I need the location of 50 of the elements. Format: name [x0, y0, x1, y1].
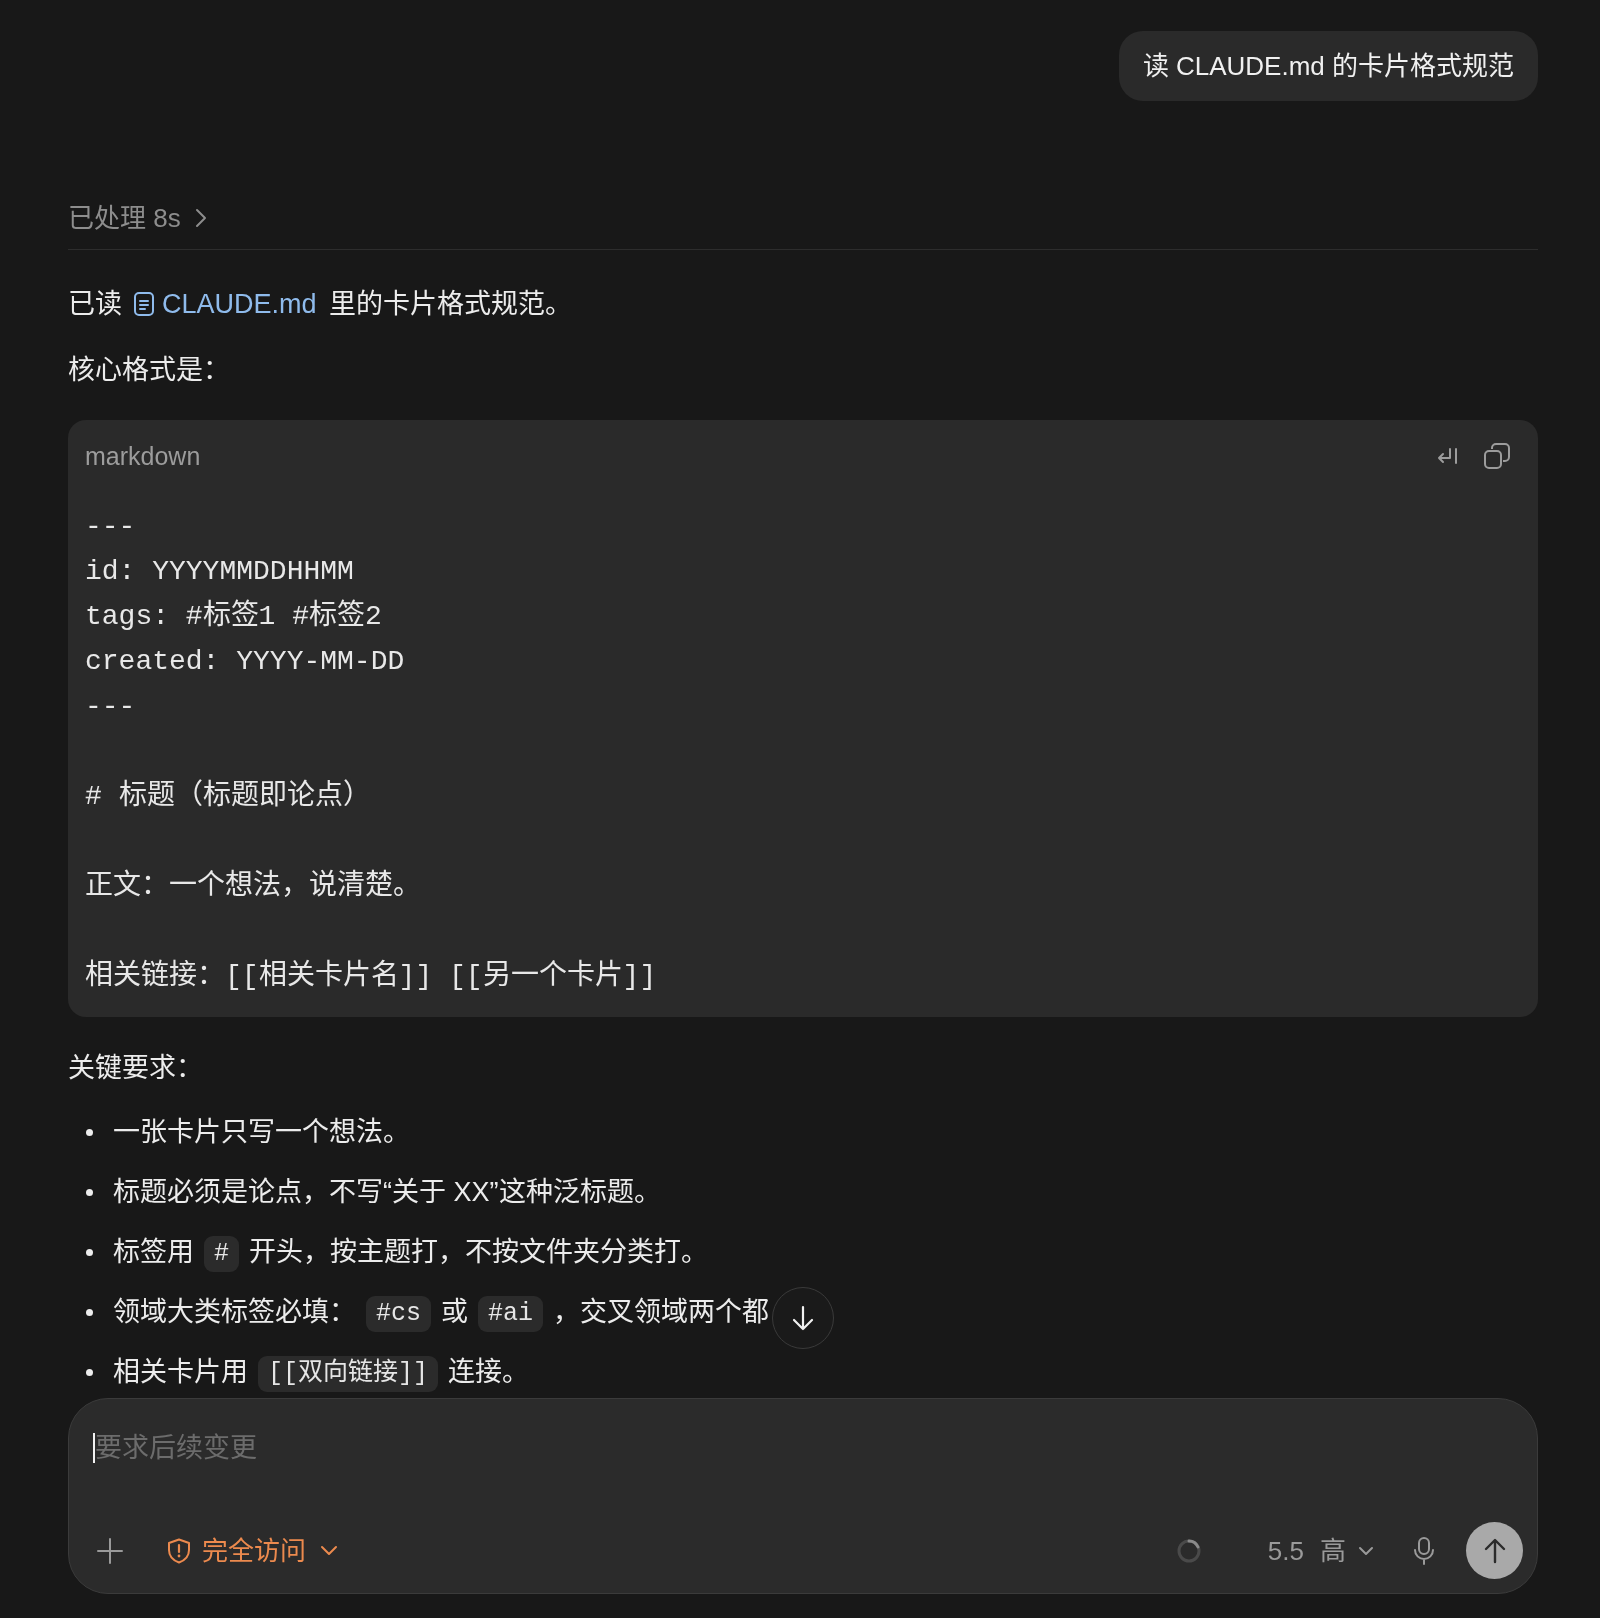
code-line: id: YYYYMMDDHHMM [85, 555, 354, 589]
wrap-lines-icon[interactable] [1436, 446, 1458, 466]
paragraph-text: 已读 [68, 289, 122, 319]
list-item-text: 标题必须是论点，不写“关于 XX”这种泛标题。 [113, 1177, 661, 1207]
bullet-icon [86, 1128, 93, 1136]
message-input[interactable]: 要求后续变更 [95, 1428, 1523, 1468]
processing-toggle[interactable]: 已处理 8s [68, 198, 207, 238]
code-line: --- [85, 510, 136, 544]
list-item-text: ，交叉领域两个都 [553, 1297, 770, 1327]
inline-code: #ai [478, 1295, 544, 1332]
chevron-right-icon [194, 208, 207, 228]
bullet-icon [86, 1368, 93, 1376]
list-item-text: 或 [441, 1297, 468, 1327]
chevron-down-icon [1358, 1545, 1374, 1556]
code-line: tags: #标签1 #标签2 [85, 598, 382, 634]
list-item-text: 相关卡片用 [113, 1357, 248, 1387]
bullet-icon [86, 1248, 93, 1256]
access-dropdown[interactable]: 完全访问 [166, 1532, 338, 1569]
chevron-down-icon [320, 1544, 338, 1557]
list-item-text: 领域大类标签必填： [113, 1297, 356, 1327]
inline-code: #cs [366, 1295, 431, 1332]
section-heading: 核心格式是： [68, 354, 230, 387]
code-line: # 标题（标题即论点） [85, 778, 371, 814]
send-button[interactable] [1466, 1522, 1523, 1579]
shield-alert-icon [166, 1537, 192, 1564]
code-line: 相关链接：[[相关卡片名]] [[另一个卡片]] [85, 958, 657, 994]
list-item-text: 一张卡片只写一个想法。 [113, 1117, 410, 1147]
bullet-icon [86, 1188, 93, 1196]
bullet-icon [86, 1308, 93, 1316]
inline-code: # [204, 1235, 239, 1272]
model-selector[interactable]: 5.5 [1267, 1532, 1304, 1569]
file-icon [134, 292, 154, 316]
user-message-bubble: 读 CLAUDE.md 的卡片格式规范 [1118, 31, 1538, 101]
code-line: 正文：一个想法，说清楚。 [85, 868, 421, 904]
microphone-icon[interactable] [1414, 1536, 1434, 1565]
list-item-text: 标签用 [113, 1237, 194, 1267]
list-item-text: 开头，按主题打，不按文件夹分类打。 [249, 1237, 708, 1267]
effort-dropdown[interactable]: 高 [1320, 1532, 1374, 1569]
plus-icon[interactable] [96, 1536, 124, 1565]
list-item-text: 连接。 [448, 1357, 529, 1387]
code-line: created: YYYY-MM-DD [85, 645, 405, 679]
section-heading: 关键要求： [68, 1052, 203, 1085]
text-cursor-icon [93, 1433, 95, 1463]
inline-code: [[双向链接]] [258, 1355, 438, 1392]
code-line: --- [85, 690, 136, 724]
copy-icon[interactable] [1484, 443, 1510, 469]
loading-spinner-icon [1175, 1537, 1202, 1564]
file-link[interactable]: CLAUDE.md [134, 284, 317, 324]
code-language-label: markdown [85, 441, 201, 471]
paragraph-text: 里的卡片格式规范。 [328, 289, 572, 319]
